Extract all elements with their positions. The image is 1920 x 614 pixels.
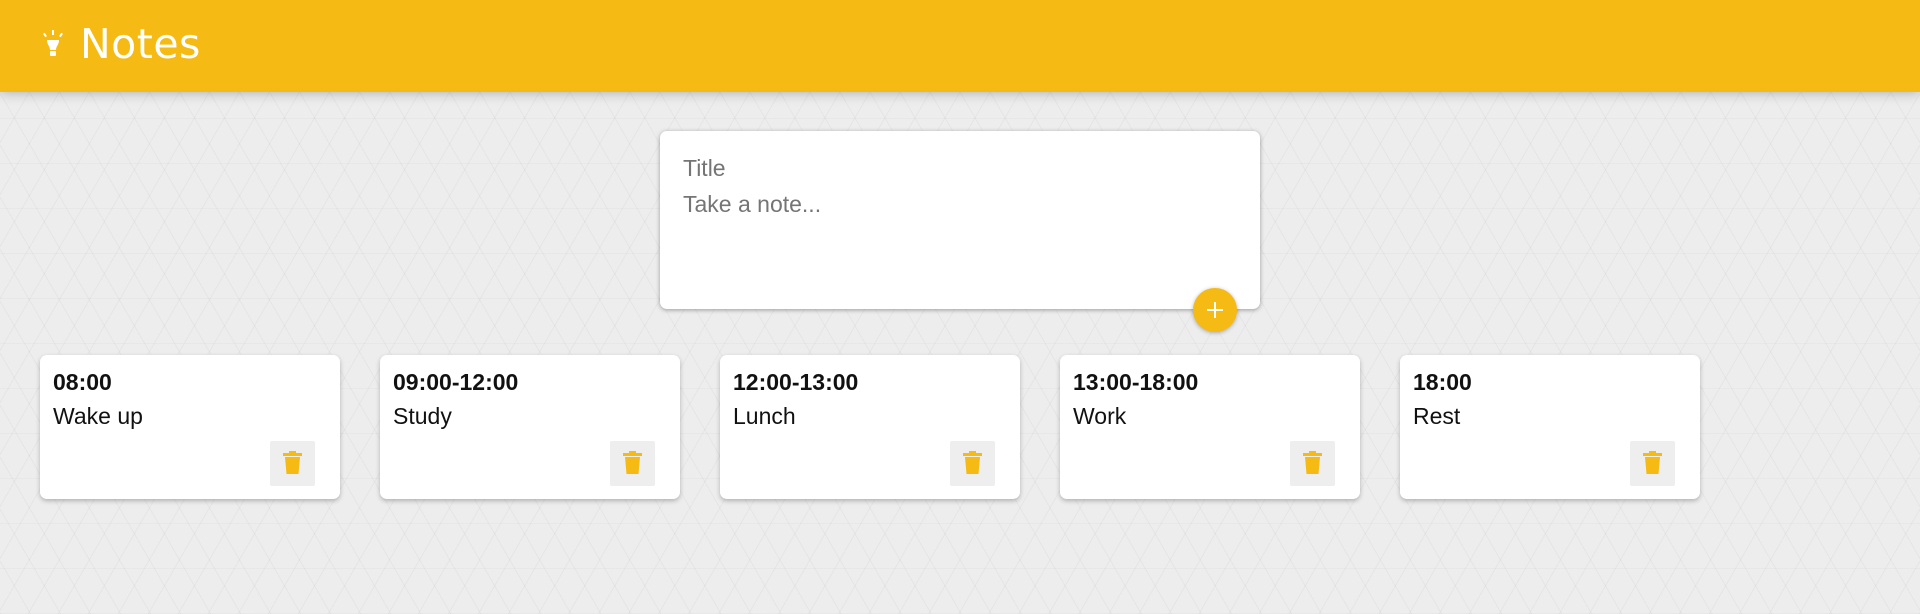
- lightbulb-icon: [42, 30, 64, 58]
- trash-icon: [1303, 451, 1322, 474]
- add-note-button[interactable]: [1193, 288, 1237, 332]
- note-content: Work: [1073, 403, 1127, 429]
- delete-note-button[interactable]: [1630, 441, 1675, 486]
- note-card: 13:00-18:00 Work: [1060, 355, 1360, 499]
- note-content-input[interactable]: [683, 191, 1223, 271]
- app-header: Notes: [0, 0, 1920, 92]
- delete-note-button[interactable]: [1290, 441, 1335, 486]
- trash-icon: [963, 451, 982, 474]
- note-title: 18:00: [1413, 369, 1472, 395]
- note-content: Study: [393, 403, 452, 429]
- note-title: 13:00-18:00: [1073, 369, 1199, 395]
- note-title: 08:00: [53, 369, 112, 395]
- trash-icon: [1643, 451, 1662, 474]
- note-title: 12:00-13:00: [733, 369, 859, 395]
- trash-icon: [283, 451, 302, 474]
- app-title: Notes: [80, 20, 201, 68]
- note-card: 09:00-12:00 Study: [380, 355, 680, 499]
- note-card: 12:00-13:00 Lunch: [720, 355, 1020, 499]
- note-title-input[interactable]: [683, 153, 1223, 183]
- plus-icon: [1207, 302, 1223, 318]
- note-card: 08:00 Wake up: [40, 355, 340, 499]
- delete-note-button[interactable]: [950, 441, 995, 486]
- note-card: 18:00 Rest: [1400, 355, 1700, 499]
- note-title: 09:00-12:00: [393, 369, 519, 395]
- note-content: Rest: [1413, 403, 1461, 429]
- trash-icon: [623, 451, 642, 474]
- delete-note-button[interactable]: [270, 441, 315, 486]
- note-content: Wake up: [53, 403, 143, 429]
- delete-note-button[interactable]: [610, 441, 655, 486]
- note-content: Lunch: [733, 403, 796, 429]
